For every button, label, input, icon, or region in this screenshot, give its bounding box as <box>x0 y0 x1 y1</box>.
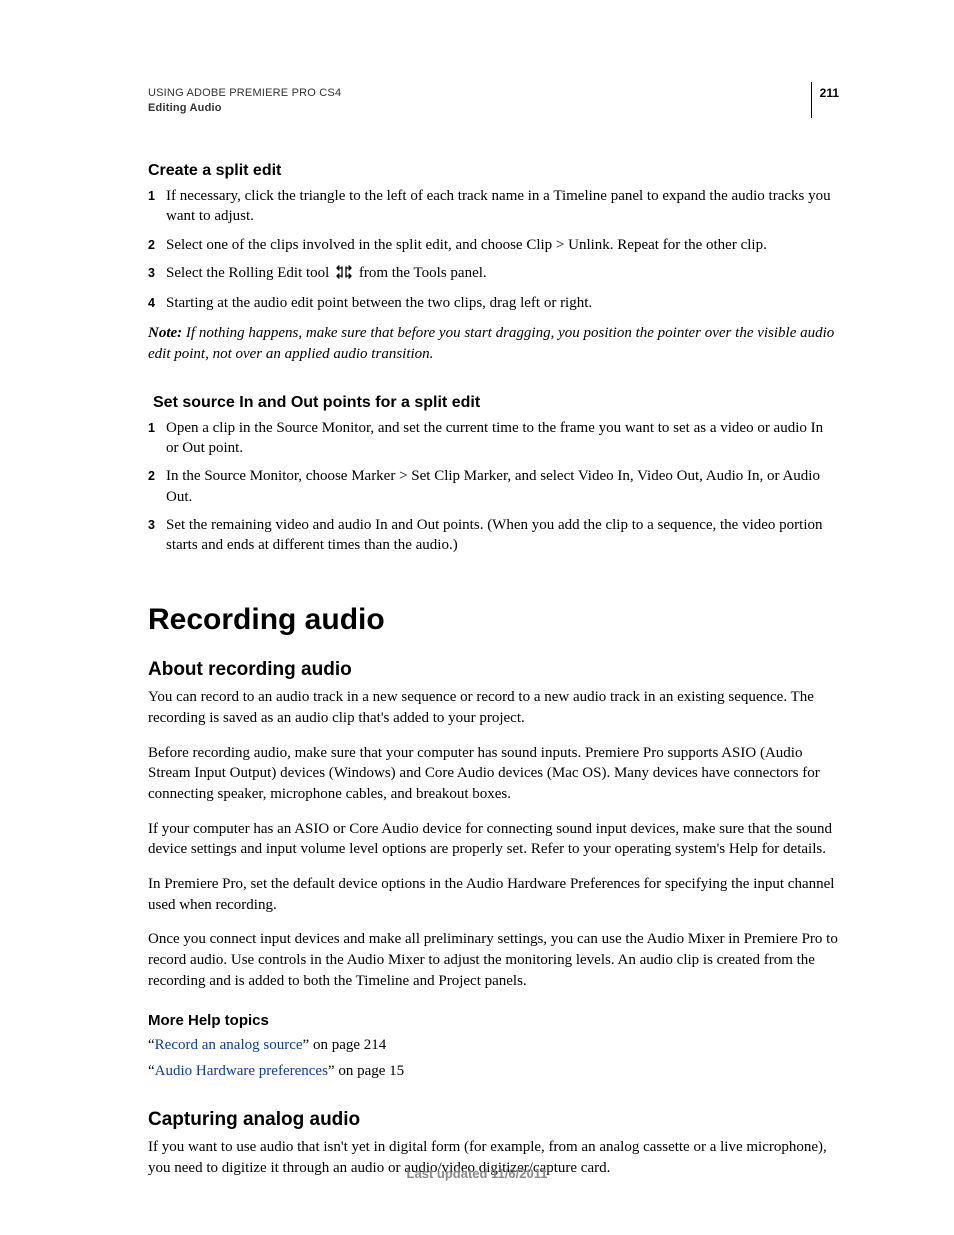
step-text: In the Source Monitor, choose Marker > S… <box>166 468 820 504</box>
heading-create-split-edit: Create a split edit <box>148 162 839 180</box>
xref-link-audio-hardware-preferences[interactable]: Audio Hardware preferences <box>155 1063 328 1079</box>
step-text: If necessary, click the triangle to the … <box>166 188 831 224</box>
header-product-line: USING ADOBE PREMIERE PRO CS4 <box>148 86 341 101</box>
heading-set-source-in-out: Set source In and Out points for a split… <box>148 394 839 412</box>
note-label: Note: <box>148 325 182 341</box>
step-item: Select one of the clips involved in the … <box>148 235 839 255</box>
paragraph: If your computer has an ASIO or Core Aud… <box>148 819 839 860</box>
note-text: If nothing happens, make sure that befor… <box>148 325 834 361</box>
page: USING ADOBE PREMIERE PRO CS4 Editing Aud… <box>0 0 954 1235</box>
xref-tail: ” on page 15 <box>328 1063 404 1079</box>
section-set-source-in-out: Set source In and Out points for a split… <box>148 394 839 556</box>
step-item: Select the Rolling Edit tool <box>148 263 839 285</box>
step-item: Starting at the audio edit point between… <box>148 293 839 313</box>
quote-open: “ <box>148 1063 155 1079</box>
note: Note: If nothing happens, make sure that… <box>148 323 839 364</box>
paragraph: In Premiere Pro, set the default device … <box>148 874 839 915</box>
heading-capturing-analog-audio: Capturing analog audio <box>148 1109 839 1131</box>
step-text: Select one of the clips involved in the … <box>166 237 767 253</box>
step-text-post: from the Tools panel. <box>359 265 487 281</box>
page-number: 211 <box>811 82 839 118</box>
quote-open: “ <box>148 1037 155 1053</box>
step-text-pre: Select the Rolling Edit tool <box>166 265 333 281</box>
step-text: Open a clip in the Source Monitor, and s… <box>166 420 823 456</box>
paragraph: Once you connect input devices and make … <box>148 929 839 991</box>
footer-last-updated: Last updated 11/6/2011 <box>0 1166 954 1181</box>
chapter-title: Recording audio <box>148 603 839 637</box>
heading-about-recording-audio: About recording audio <box>148 659 839 681</box>
step-item: In the Source Monitor, choose Marker > S… <box>148 466 839 507</box>
step-item: If necessary, click the triangle to the … <box>148 186 839 227</box>
step-item: Set the remaining video and audio In and… <box>148 515 839 556</box>
steps-set-source-in-out: Open a clip in the Source Monitor, and s… <box>148 418 839 556</box>
step-text: Set the remaining video and audio In and… <box>166 517 823 553</box>
xref-line: “Audio Hardware preferences” on page 15 <box>148 1061 839 1081</box>
xref-line: “Record an analog source” on page 214 <box>148 1035 839 1055</box>
step-item: Open a clip in the Source Monitor, and s… <box>148 418 839 459</box>
steps-create-split-edit: If necessary, click the triangle to the … <box>148 186 839 313</box>
xref-link-record-analog-source[interactable]: Record an analog source <box>155 1037 303 1053</box>
xref-tail: ” on page 214 <box>303 1037 387 1053</box>
section-about-recording-audio: About recording audio You can record to … <box>148 659 839 1081</box>
rolling-edit-tool-icon <box>335 265 353 285</box>
running-header: USING ADOBE PREMIERE PRO CS4 Editing Aud… <box>148 86 839 118</box>
section-create-split-edit: Create a split edit If necessary, click … <box>148 162 839 364</box>
step-text: Starting at the audio edit point between… <box>166 295 592 311</box>
header-left: USING ADOBE PREMIERE PRO CS4 Editing Aud… <box>148 86 341 116</box>
paragraph: You can record to an audio track in a ne… <box>148 687 839 728</box>
more-help-heading: More Help topics <box>148 1012 839 1029</box>
paragraph: Before recording audio, make sure that y… <box>148 743 839 805</box>
header-chapter-line: Editing Audio <box>148 101 341 116</box>
